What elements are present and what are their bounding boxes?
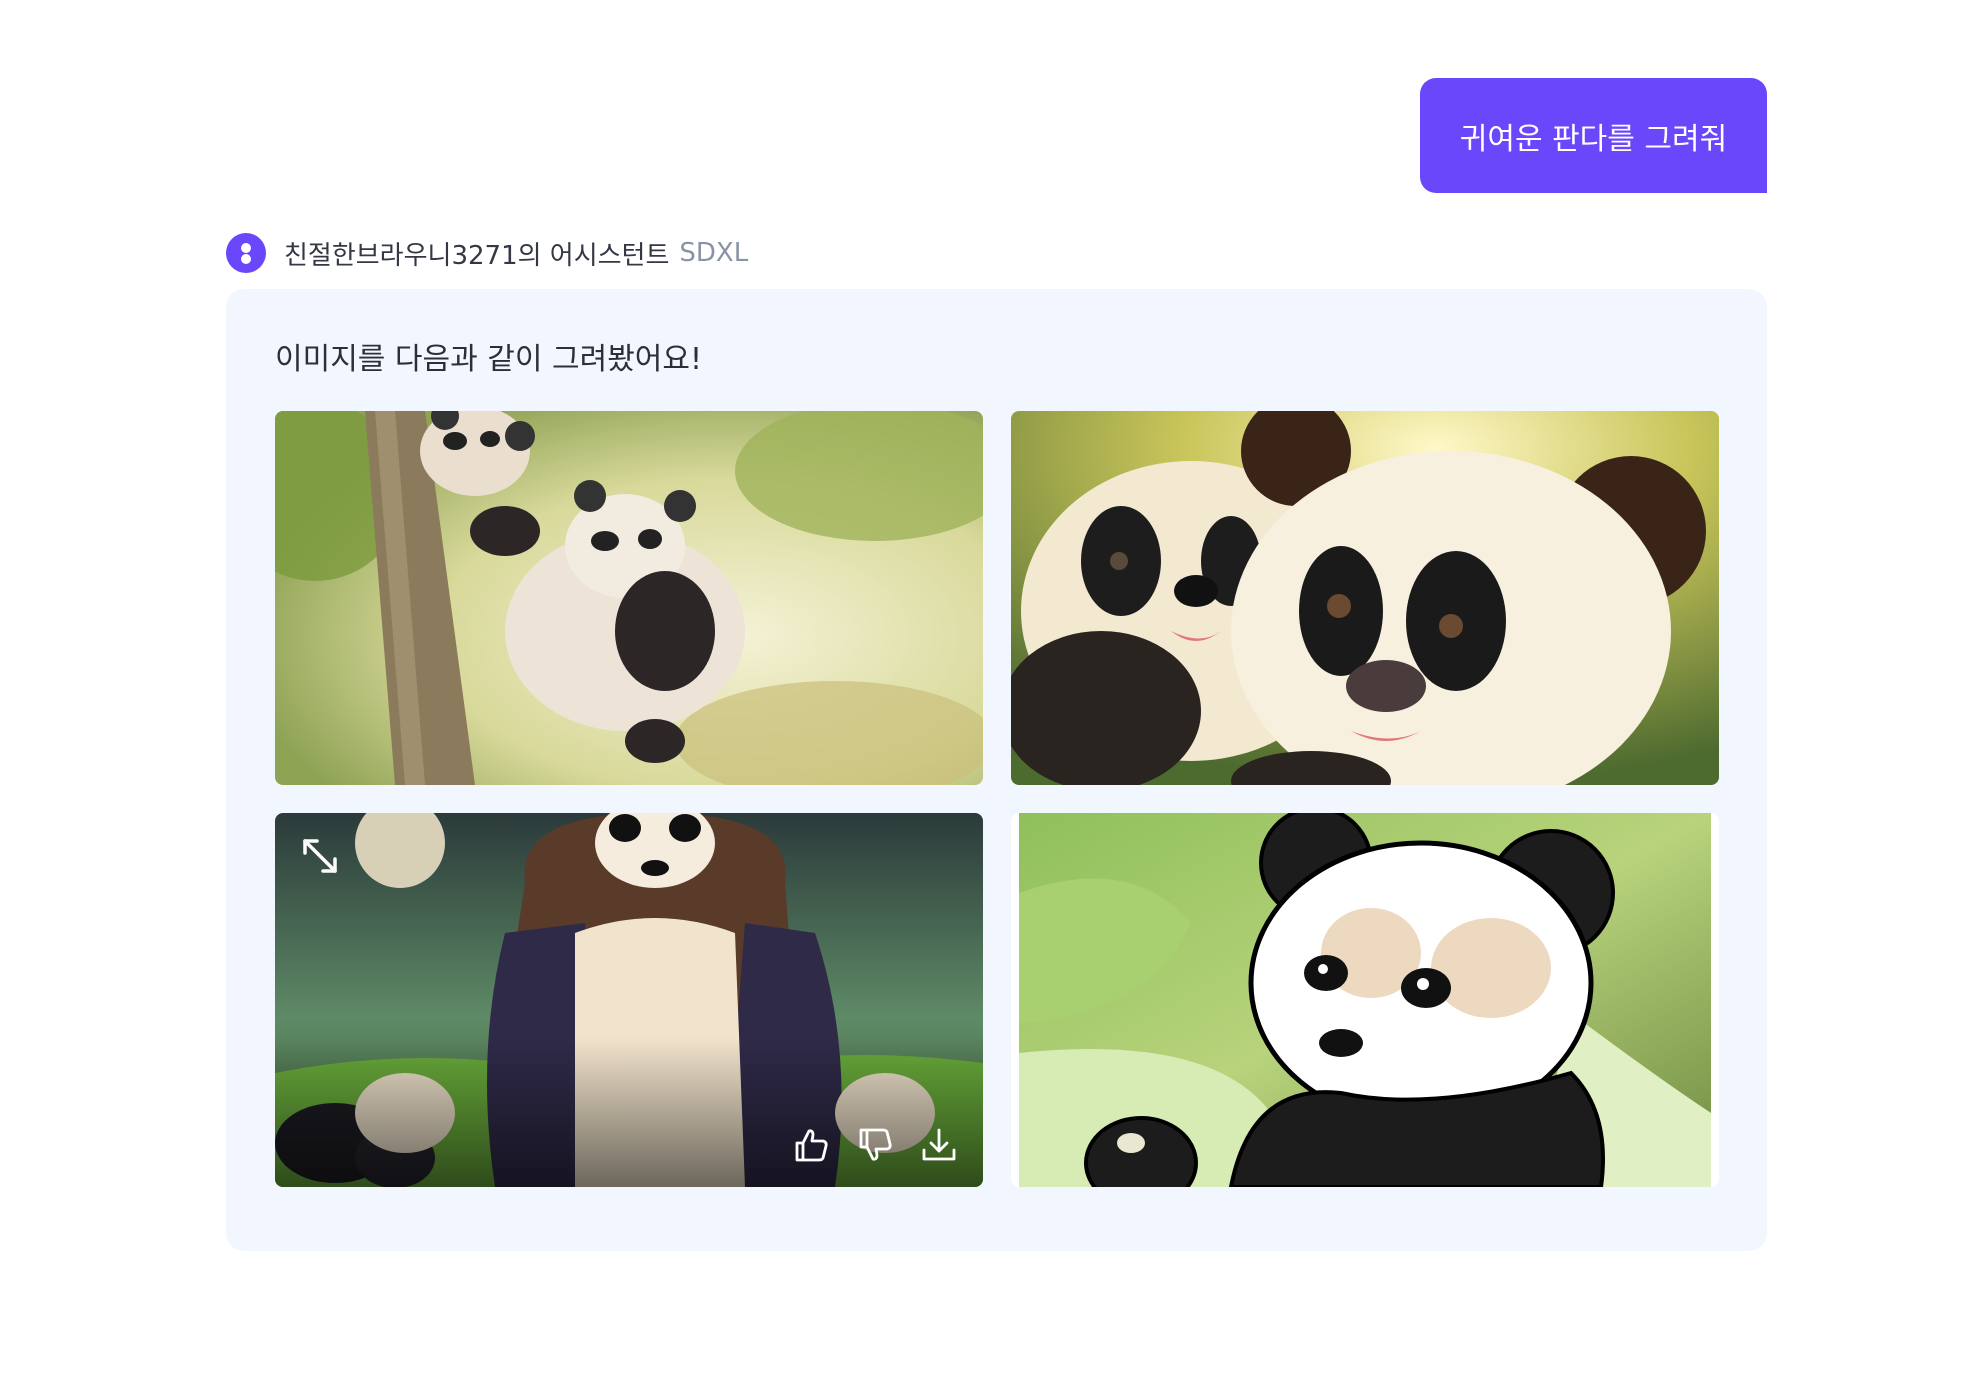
user-message-text: 귀여운 판다를 그려줘 bbox=[1459, 121, 1728, 157]
cartoon-panda-image bbox=[1011, 813, 1719, 1187]
generated-image-4[interactable] bbox=[1011, 813, 1719, 1187]
generated-image-grid bbox=[275, 411, 1719, 1187]
panda-climbing-tree-image bbox=[275, 411, 983, 785]
generated-image-2[interactable] bbox=[1011, 411, 1719, 785]
assistant-name: 친절한브라우니3271의 어시스턴트 bbox=[284, 240, 670, 271]
thumbs-up-icon[interactable] bbox=[791, 1125, 831, 1165]
generated-image-3[interactable] bbox=[275, 813, 983, 1187]
generated-image-1[interactable] bbox=[275, 411, 983, 785]
assistant-response-text: 이미지를 다음과 같이 그려봤어요! bbox=[275, 342, 703, 377]
thumbs-down-icon[interactable] bbox=[855, 1125, 895, 1165]
chat-page: 귀여운 판다를 그려줘 친절한브라우니3271의 어시스턴트 SDXL 이미지를… bbox=[0, 0, 1984, 1394]
image-action-bar bbox=[791, 1125, 959, 1165]
download-icon[interactable] bbox=[919, 1125, 959, 1165]
model-tag: SDXL bbox=[679, 238, 749, 268]
assistant-header: 친절한브라우니3271의 어시스턴트 SDXL bbox=[226, 232, 748, 274]
two-fluffy-pandas-image bbox=[1011, 411, 1719, 785]
user-message-bubble: 귀여운 판다를 그려줘 bbox=[1420, 78, 1767, 193]
expand-icon[interactable] bbox=[299, 835, 341, 877]
assistant-avatar-icon bbox=[226, 233, 266, 273]
